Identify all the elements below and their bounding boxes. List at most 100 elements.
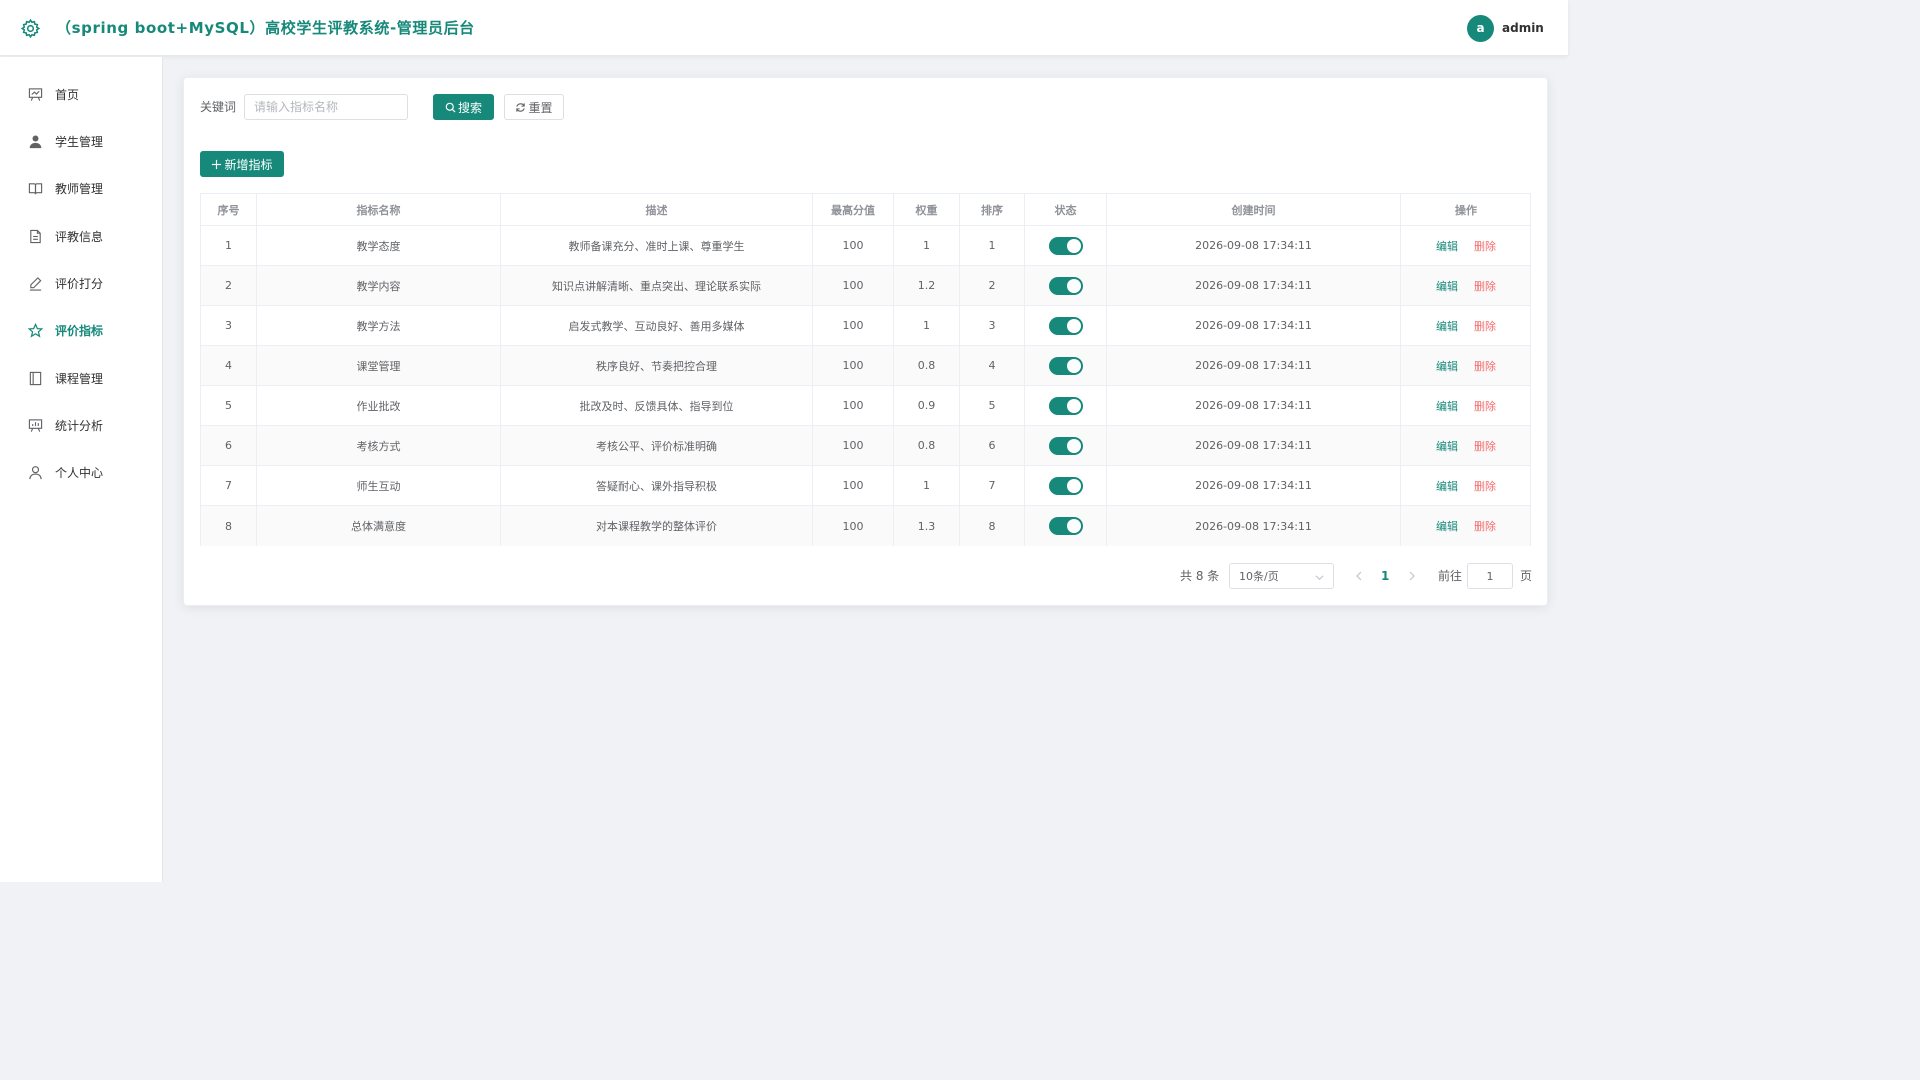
sidebar-item-scoring[interactable]: 评价打分	[0, 264, 162, 304]
table-row: 3 教学方法 启发式教学、互动良好、善用多媒体 100 1 3 2026-09-08 17:…	[201, 306, 1530, 346]
delete-link[interactable]: 删除	[1474, 318, 1496, 334]
sidebar-item-indicators[interactable]: 评价指标	[0, 311, 162, 351]
table-row: 4 课堂管理 秩序良好、节奏把控合理 100 0.8 4 2026-09-08 17:34:…	[201, 346, 1530, 386]
table-row: 6 考核方式 考核公平、评价标准明确 100 0.8 6 2026-09-08 17:34:…	[201, 426, 1530, 466]
weight-cell: 1.3	[894, 506, 960, 546]
weight-cell: 0.8	[894, 426, 960, 465]
delete-link[interactable]: 删除	[1474, 478, 1496, 494]
reset-button-label: 重置	[528, 100, 553, 115]
star-icon	[28, 323, 43, 338]
status-toggle[interactable]	[1048, 236, 1083, 255]
edit-link[interactable]: 编辑	[1436, 278, 1458, 294]
row-number-cell: 7	[201, 466, 257, 505]
delete-link[interactable]: 删除	[1474, 518, 1496, 534]
sidebar-item-statistics[interactable]: 统计分析	[0, 406, 162, 446]
edit-link[interactable]: 编辑	[1436, 238, 1458, 254]
page-number-active[interactable]: 1	[1381, 568, 1389, 584]
reset-button[interactable]: 重置	[504, 94, 564, 120]
chevron-down-icon	[1315, 575, 1324, 581]
search-button[interactable]: 搜索	[433, 94, 494, 120]
status-toggle[interactable]	[1048, 517, 1083, 535]
notebook-icon	[29, 371, 42, 386]
weight-cell: 1	[894, 226, 960, 265]
sidebar-item-label: 评教信息	[55, 230, 104, 244]
weight-cell: 1	[894, 466, 960, 505]
weight-cell: 0.9	[894, 386, 960, 425]
toggle-knob	[1066, 318, 1081, 333]
table-row: 8 总体满意度 对本课程教学的整体评价 100 1.3 8 2026-09-08 17:34…	[201, 506, 1530, 546]
sidebar-item-label: 个人中心	[55, 466, 104, 480]
table-row: 1 教学态度 教师备课充分、准时上课、尊重学生 100 1 1 2026-09-08 17:…	[201, 226, 1530, 266]
app-title: （spring boot+MySQL）高校学生评教系统-管理员后台	[56, 19, 475, 37]
keyword-input[interactable]	[244, 94, 408, 120]
delete-link[interactable]: 删除	[1474, 238, 1496, 254]
table-row: 2 教学内容 知识点讲解清晰、重点突出、理论联系实际 100 1.2 2 2026-09-0…	[201, 266, 1530, 306]
created-time-cell: 2026-09-08 17:34:11	[1107, 426, 1401, 465]
created-time-cell: 2026-09-08 17:34:11	[1107, 226, 1401, 265]
sort-order-cell: 1	[960, 226, 1025, 265]
max-score-cell: 100	[813, 306, 894, 345]
status-cell	[1025, 466, 1107, 505]
toggle-knob	[1066, 519, 1081, 533]
sidebar-item-label: 教师管理	[55, 182, 104, 196]
edit-link[interactable]: 编辑	[1436, 398, 1458, 414]
column-header: 排序	[960, 194, 1025, 225]
delete-link[interactable]: 删除	[1474, 358, 1496, 374]
avatar[interactable]: a	[1467, 15, 1494, 42]
delete-link[interactable]: 删除	[1474, 398, 1496, 414]
edit-link[interactable]: 编辑	[1436, 518, 1458, 534]
add-indicator-button[interactable]: 新增指标	[200, 151, 284, 177]
indicator-name-cell: 教学方法	[257, 306, 501, 345]
delete-link[interactable]: 删除	[1474, 438, 1496, 454]
sort-order-cell: 4	[960, 346, 1025, 385]
document-icon	[30, 229, 41, 244]
status-toggle[interactable]	[1048, 316, 1083, 335]
prev-page-icon[interactable]	[1354, 570, 1364, 582]
column-header: 描述	[501, 194, 813, 225]
status-toggle[interactable]	[1048, 356, 1083, 375]
add-indicator-label: 新增指标	[224, 157, 273, 172]
goto-label: 前往	[1438, 569, 1463, 583]
edit-link[interactable]: 编辑	[1436, 438, 1458, 454]
weight-cell: 1	[894, 306, 960, 345]
status-toggle[interactable]	[1048, 436, 1083, 455]
edit-link[interactable]: 编辑	[1436, 358, 1458, 374]
edit-link[interactable]: 编辑	[1436, 318, 1458, 334]
keyword-label: 关键词	[200, 100, 237, 114]
edit-link[interactable]: 编辑	[1436, 478, 1458, 494]
sidebar-item-profile[interactable]: 个人中心	[0, 453, 162, 493]
user-icon	[29, 135, 42, 149]
status-toggle[interactable]	[1048, 276, 1083, 295]
table-row: 7 师生互动 答疑耐心、课外指导积极 100 1 7 2026-09-08 17:34:11…	[201, 466, 1530, 506]
weight-cell: 1.2	[894, 266, 960, 305]
max-score-cell: 100	[813, 346, 894, 385]
sidebar-item-teachers[interactable]: 教师管理	[0, 169, 162, 209]
indicator-name-cell: 作业批改	[257, 386, 501, 425]
delete-link[interactable]: 删除	[1474, 278, 1496, 294]
sidebar-item-evaluations[interactable]: 评教信息	[0, 217, 162, 257]
sort-order-cell: 6	[960, 426, 1025, 465]
gear-icon	[20, 18, 41, 39]
goto-page-input[interactable]	[1467, 563, 1513, 589]
column-header: 序号	[201, 194, 257, 225]
sidebar-item-label: 评价打分	[55, 277, 104, 291]
next-page-icon[interactable]	[1407, 570, 1417, 582]
sidebar-item-home[interactable]: 首页	[0, 75, 162, 115]
indicator-description-cell: 启发式教学、互动良好、善用多媒体	[501, 306, 813, 345]
sidebar-item-courses[interactable]: 课程管理	[0, 359, 162, 399]
actions-cell: 编辑 删除	[1401, 266, 1531, 305]
status-toggle[interactable]	[1048, 476, 1083, 495]
chart-board-icon	[28, 419, 43, 432]
created-time-cell: 2026-09-08 17:34:11	[1107, 386, 1401, 425]
indicator-description-cell: 答疑耐心、课外指导积极	[501, 466, 813, 505]
status-toggle[interactable]	[1048, 396, 1083, 415]
max-score-cell: 100	[813, 466, 894, 505]
page-size-select[interactable]: 10条/页	[1229, 563, 1334, 589]
column-header: 创建时间	[1107, 194, 1401, 225]
column-header: 状态	[1025, 194, 1107, 225]
username[interactable]: admin	[1502, 20, 1544, 36]
actions-cell: 编辑 删除	[1401, 506, 1531, 546]
sort-order-cell: 7	[960, 466, 1025, 505]
sidebar-item-students[interactable]: 学生管理	[0, 122, 162, 162]
status-cell	[1025, 386, 1107, 425]
